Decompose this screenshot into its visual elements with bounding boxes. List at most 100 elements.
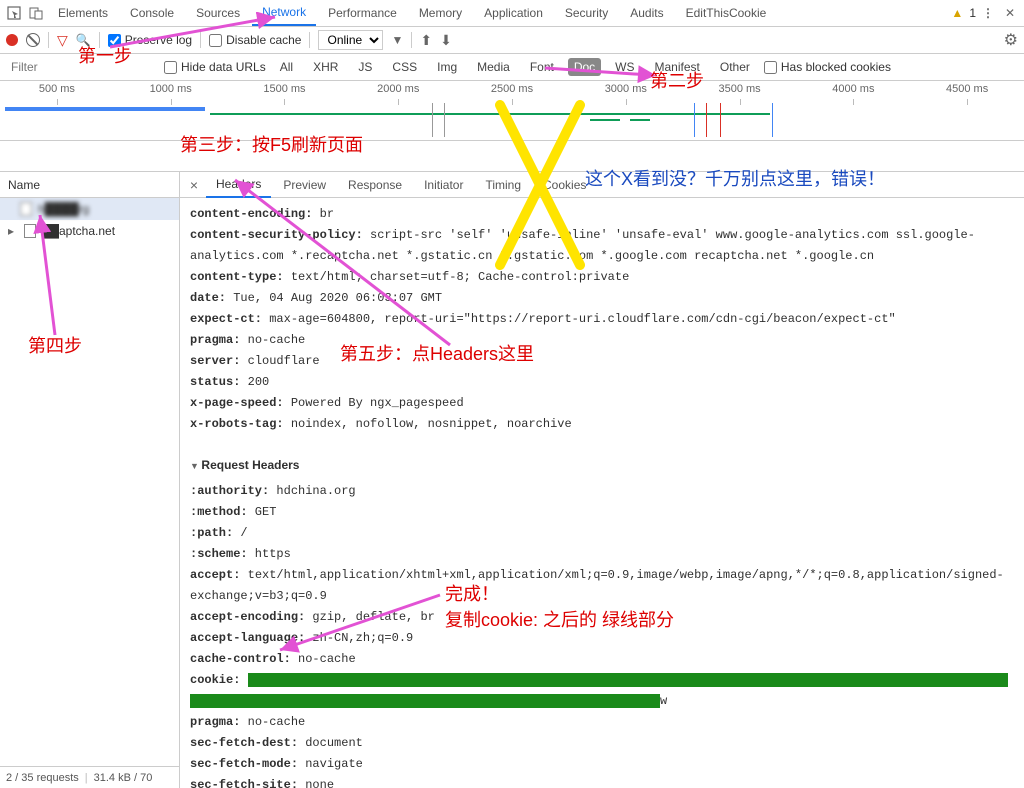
- filter-toggle-icon[interactable]: ▽: [57, 32, 68, 49]
- filter-js[interactable]: JS: [352, 58, 378, 76]
- tab-application[interactable]: Application: [474, 1, 553, 25]
- warning-icon[interactable]: ▲: [951, 6, 963, 20]
- header-line: x-robots-tag: noindex, nofollow, nosnipp…: [190, 414, 1014, 435]
- device-toggle-icon[interactable]: [26, 3, 46, 23]
- warning-count[interactable]: 1: [969, 6, 976, 20]
- timeline-tick: 1000 ms: [114, 83, 228, 99]
- header-cookie: cookie: w: [190, 670, 1014, 712]
- filter-doc[interactable]: Doc: [568, 58, 601, 76]
- request-count: 2 / 35 requests: [6, 772, 79, 784]
- request-list-sidebar: Name h████rg ▸ ██aptcha.net 2 / 35 reque…: [0, 172, 180, 788]
- detail-tabs: × Headers Preview Response Initiator Tim…: [180, 172, 1024, 198]
- tab-security[interactable]: Security: [555, 1, 618, 25]
- tab-network[interactable]: Network: [252, 0, 316, 26]
- transfer-size: 31.4 kB / 70: [94, 772, 153, 784]
- filter-ws[interactable]: WS: [609, 58, 640, 76]
- cookie-value-redacted: [248, 673, 1008, 687]
- request-item[interactable]: h████rg: [0, 198, 179, 220]
- header-line: pragma: no-cache: [190, 330, 1014, 351]
- timeline-tick: 2000 ms: [341, 83, 455, 99]
- preserve-log-checkbox[interactable]: Preserve log: [108, 33, 192, 47]
- filter-input[interactable]: [6, 57, 156, 77]
- tab-response[interactable]: Response: [338, 173, 412, 197]
- filter-other[interactable]: Other: [714, 58, 756, 76]
- filter-img[interactable]: Img: [431, 58, 463, 76]
- header-line: content-security-policy: script-src 'sel…: [190, 225, 1014, 267]
- header-line: accept-encoding: gzip, deflate, br: [190, 607, 1014, 628]
- tab-console[interactable]: Console: [120, 1, 184, 25]
- filter-manifest[interactable]: Manifest: [649, 58, 706, 76]
- tab-audits[interactable]: Audits: [620, 1, 673, 25]
- has-blocked-cookies-checkbox[interactable]: Has blocked cookies: [764, 60, 891, 74]
- request-item[interactable]: ▸ ██aptcha.net: [0, 220, 179, 242]
- header-line: accept: text/html,application/xhtml+xml,…: [190, 565, 1014, 607]
- timeline-tick: 3500 ms: [683, 83, 797, 99]
- inspect-icon[interactable]: [4, 3, 24, 23]
- header-line: expect-ct: max-age=604800, report-uri="h…: [190, 309, 1014, 330]
- tab-preview[interactable]: Preview: [273, 173, 336, 197]
- sidebar-header-name[interactable]: Name: [0, 172, 179, 198]
- header-line: date: Tue, 04 Aug 2020 06:03:07 GMT: [190, 288, 1014, 309]
- timeline-tick: 1500 ms: [228, 83, 342, 99]
- tab-elements[interactable]: Elements: [48, 1, 118, 25]
- header-line: server: cloudflare: [190, 351, 1014, 372]
- request-headers-title[interactable]: Request Headers: [190, 451, 1014, 481]
- header-line: :path: /: [190, 523, 1014, 544]
- timeline-tick: 2500 ms: [455, 83, 569, 99]
- document-icon: [24, 224, 36, 238]
- timeline-tick: 4500 ms: [910, 83, 1024, 99]
- clear-button[interactable]: [26, 33, 40, 47]
- header-line: :method: GET: [190, 502, 1014, 523]
- tab-initiator[interactable]: Initiator: [414, 173, 473, 197]
- filter-media[interactable]: Media: [471, 58, 516, 76]
- header-line: :authority: hdchina.org: [190, 481, 1014, 502]
- timeline-tick: 500 ms: [0, 83, 114, 99]
- header-line: cache-control: no-cache: [190, 649, 1014, 670]
- cookie-value-redacted: [190, 694, 660, 708]
- filter-font[interactable]: Font: [524, 58, 560, 76]
- request-name: h████rg: [38, 202, 89, 216]
- tab-editthiscookie[interactable]: EditThisCookie: [676, 1, 777, 25]
- more-icon[interactable]: ⋮: [978, 3, 998, 23]
- network-timeline[interactable]: 500 ms 1000 ms 1500 ms 2000 ms 2500 ms 3…: [0, 81, 1024, 141]
- disable-cache-checkbox[interactable]: Disable cache: [209, 33, 301, 47]
- devtools-main-tabs: Elements Console Sources Network Perform…: [0, 0, 1024, 27]
- header-line: content-encoding: br: [190, 204, 1014, 225]
- tab-headers[interactable]: Headers: [206, 172, 271, 198]
- headers-content[interactable]: content-encoding: brcontent-security-pol…: [180, 198, 1024, 788]
- close-devtools-icon[interactable]: ✕: [1000, 3, 1020, 23]
- header-line: sec-fetch-mode: navigate: [190, 754, 1014, 775]
- filter-all[interactable]: All: [274, 58, 299, 76]
- header-line: sec-fetch-dest: document: [190, 733, 1014, 754]
- expand-caret-icon[interactable]: ▸: [8, 224, 18, 238]
- header-line: pragma: no-cache: [190, 712, 1014, 733]
- header-line: sec-fetch-site: none: [190, 775, 1014, 788]
- header-line: :scheme: https: [190, 544, 1014, 565]
- throttle-select[interactable]: Online: [318, 30, 383, 50]
- tab-performance[interactable]: Performance: [318, 1, 407, 25]
- upload-har-icon[interactable]: ⬆: [420, 32, 432, 49]
- tab-memory[interactable]: Memory: [409, 1, 472, 25]
- tab-cookies[interactable]: Cookies: [533, 173, 596, 197]
- tab-timing[interactable]: Timing: [475, 173, 531, 197]
- header-line: accept-language: zh-CN,zh;q=0.9: [190, 628, 1014, 649]
- header-line: status: 200: [190, 372, 1014, 393]
- search-icon[interactable]: 🔍: [76, 33, 91, 47]
- filter-css[interactable]: CSS: [386, 58, 423, 76]
- document-icon: [20, 202, 32, 216]
- header-line: content-type: text/html; charset=utf-8; …: [190, 267, 1014, 288]
- tab-sources[interactable]: Sources: [186, 1, 250, 25]
- download-har-icon[interactable]: ⬇: [440, 32, 452, 49]
- filter-xhr[interactable]: XHR: [307, 58, 344, 76]
- record-button[interactable]: [6, 34, 18, 46]
- settings-icon[interactable]: ⚙: [1004, 30, 1018, 50]
- hide-data-urls-checkbox[interactable]: Hide data URLs: [164, 60, 266, 74]
- network-toolbar: ▽ 🔍 Preserve log Disable cache Online ▼ …: [0, 27, 1024, 54]
- status-bar: 2 / 35 requests | 31.4 kB / 70: [0, 766, 179, 788]
- timeline-tick: 4000 ms: [796, 83, 910, 99]
- filter-bar: Hide data URLs All XHR JS CSS Img Media …: [0, 54, 1024, 81]
- timeline-tick: 3000 ms: [569, 83, 683, 99]
- header-line: x-page-speed: Powered By ngx_pagespeed: [190, 393, 1014, 414]
- close-detail-icon[interactable]: ×: [184, 177, 204, 193]
- request-name: ██aptcha.net: [42, 224, 115, 238]
